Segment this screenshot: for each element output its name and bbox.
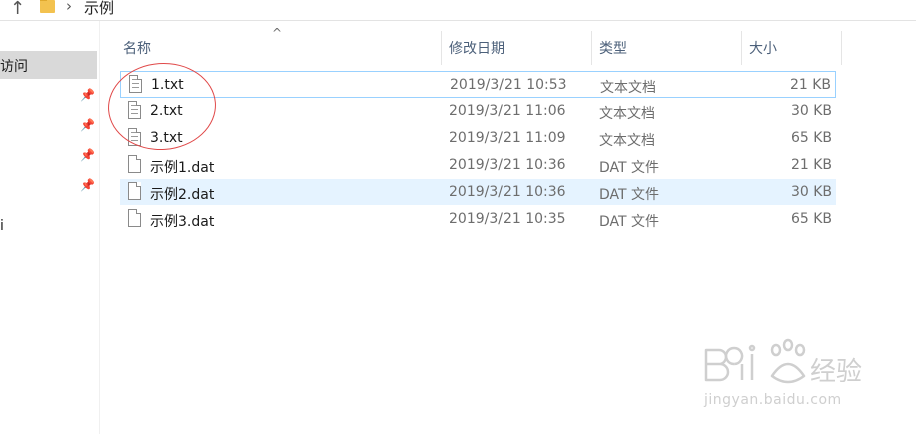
navigation-pane: 访问 📌 📌 📌 📌 i xyxy=(0,21,100,434)
sort-ascending-icon: ^ xyxy=(272,26,283,40)
blank-file-icon xyxy=(128,155,141,173)
file-row[interactable]: 示例2.dat 2019/3/21 10:36 DAT 文件 30 KB xyxy=(120,179,836,205)
file-size: 30 KB xyxy=(790,184,832,200)
file-type: DAT 文件 xyxy=(599,160,660,176)
file-size: 21 KB xyxy=(789,77,831,93)
nav-item-quick-access[interactable]: 访问 xyxy=(0,51,97,79)
column-divider[interactable] xyxy=(741,31,742,65)
address-bar: ↑ › 示例 xyxy=(0,0,916,21)
column-header-size[interactable]: 大小 xyxy=(749,38,777,58)
file-type: DAT 文件 xyxy=(599,187,660,203)
file-type: 文本文档 xyxy=(600,80,656,96)
baidu-jingyan-logo: 经验 xyxy=(704,338,862,387)
file-size: 65 KB xyxy=(790,130,832,146)
file-date: 2019/3/21 11:06 xyxy=(449,103,566,119)
file-type: 文本文档 xyxy=(599,106,655,122)
breadcrumb-folder[interactable]: 示例 xyxy=(84,0,114,18)
blank-file-icon xyxy=(128,182,141,200)
nav-item-other[interactable]: i xyxy=(0,218,4,234)
file-date: 2019/3/21 10:35 xyxy=(449,211,566,227)
column-divider[interactable] xyxy=(591,31,592,65)
file-row[interactable]: 3.txt 2019/3/21 11:09 文本文档 65 KB xyxy=(120,125,836,151)
column-header-type[interactable]: 类型 xyxy=(599,38,627,58)
column-header-date[interactable]: 修改日期 xyxy=(449,38,505,58)
file-row[interactable]: 1.txt 2019/3/21 10:53 文本文档 21 KB xyxy=(120,71,836,98)
column-divider[interactable] xyxy=(841,31,842,65)
blank-file-icon xyxy=(128,209,141,227)
file-date: 2019/3/21 10:36 xyxy=(449,157,566,173)
file-size: 21 KB xyxy=(790,157,832,173)
pin-icon[interactable]: 📌 xyxy=(80,149,95,161)
file-name: 示例2.dat xyxy=(150,187,215,203)
nav-item-label: 访问 xyxy=(0,59,28,75)
chevron-right-icon[interactable]: › xyxy=(66,0,72,15)
file-type: 文本文档 xyxy=(599,133,655,149)
baidu-watermark: 经验 jingyan.baidu.com xyxy=(702,330,902,420)
pin-icon[interactable]: 📌 xyxy=(80,89,95,101)
pin-icon[interactable]: 📌 xyxy=(80,119,95,131)
pin-icon[interactable]: 📌 xyxy=(80,179,95,191)
folder-icon xyxy=(40,0,55,13)
file-date: 2019/3/21 10:53 xyxy=(450,77,567,93)
file-name: 示例1.dat xyxy=(150,160,215,176)
file-date: 2019/3/21 10:36 xyxy=(449,184,566,200)
file-size: 30 KB xyxy=(790,103,832,119)
column-header-name[interactable]: 名称 xyxy=(123,38,151,58)
column-divider[interactable] xyxy=(441,31,442,65)
file-row[interactable]: 示例3.dat 2019/3/21 10:35 DAT 文件 65 KB xyxy=(120,206,836,232)
watermark-url: jingyan.baidu.com xyxy=(704,392,842,408)
file-date: 2019/3/21 11:09 xyxy=(449,130,566,146)
file-size: 65 KB xyxy=(790,211,832,227)
file-row[interactable]: 示例1.dat 2019/3/21 10:36 DAT 文件 21 KB xyxy=(120,152,836,178)
up-arrow-icon[interactable]: ↑ xyxy=(10,0,25,19)
file-type: DAT 文件 xyxy=(599,214,660,230)
file-name: 示例3.dat xyxy=(150,214,215,230)
svg-text:经验: 经验 xyxy=(810,357,862,387)
file-row[interactable]: 2.txt 2019/3/21 11:06 文本文档 30 KB xyxy=(120,98,836,124)
